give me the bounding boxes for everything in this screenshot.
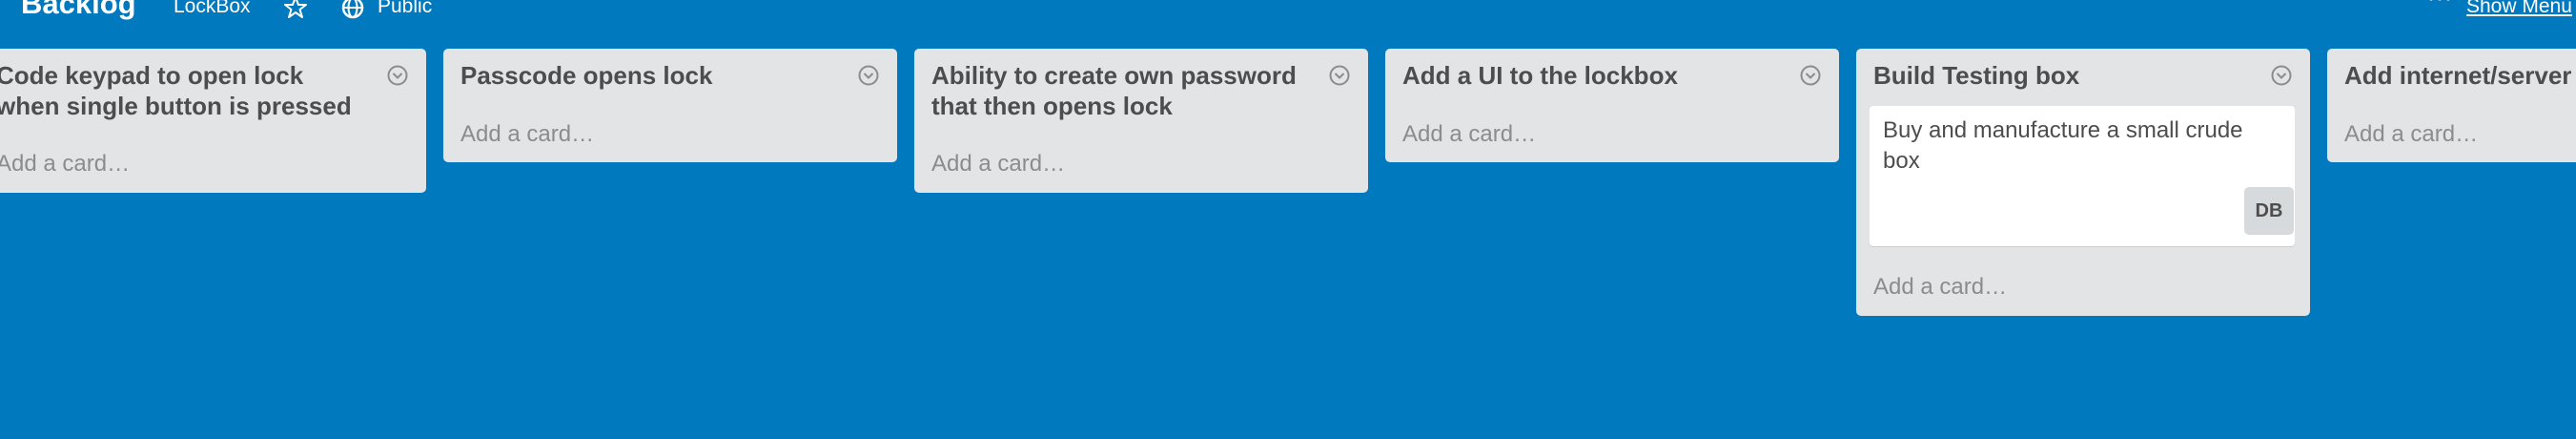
- list-title-line: that then opens lock: [931, 92, 1173, 120]
- list-title-line: Build Testing box: [1873, 61, 2080, 90]
- list: Add internet/server Add a card…: [2327, 49, 2576, 162]
- list-title[interactable]: Add a UI to the lockbox: [1402, 60, 1678, 91]
- list-title[interactable]: Build Testing box: [1873, 60, 2079, 91]
- list-menu-chevron-icon[interactable]: [1799, 64, 1822, 87]
- add-card-link[interactable]: Add a card…: [1402, 123, 1536, 146]
- add-card-link[interactable]: Add a card…: [2344, 123, 2478, 146]
- list-title[interactable]: Code keypad to open lock when single but…: [0, 60, 352, 121]
- list-title[interactable]: Add internet/server: [2344, 60, 2571, 91]
- list-title[interactable]: Ability to create own password that then…: [931, 60, 1297, 121]
- add-card-link[interactable]: Add a card…: [0, 153, 130, 176]
- list-title-line: Add internet/server: [2344, 61, 2572, 90]
- add-card-link[interactable]: Add a card…: [931, 153, 1065, 176]
- list-title-line: Add a UI to the lockbox: [1402, 61, 1678, 90]
- globe-icon[interactable]: [339, 0, 366, 21]
- list: Add a UI to the lockbox Add a card…: [1385, 49, 1839, 162]
- add-card-link[interactable]: Add a card…: [1873, 276, 2007, 299]
- list-title-line: Passcode opens lock: [460, 61, 713, 90]
- list-title-line: Ability to create own password: [931, 61, 1297, 90]
- list-menu-chevron-icon[interactable]: [857, 64, 880, 87]
- team-link[interactable]: LockBox: [174, 0, 251, 16]
- add-card-link[interactable]: Add a card…: [460, 123, 594, 146]
- visibility-button[interactable]: Public: [378, 0, 432, 16]
- list: Build Testing box Buy and manufacture a …: [1856, 49, 2310, 316]
- list: Code keypad to open lock when single but…: [0, 49, 426, 193]
- ellipsis-icon[interactable]: ···: [2427, 0, 2453, 10]
- list-title-line: when single button is pressed: [0, 92, 352, 120]
- show-menu-link[interactable]: Show Menu: [2466, 0, 2572, 16]
- list: Ability to create own password that then…: [914, 49, 1368, 193]
- board-title[interactable]: Backlog: [21, 0, 136, 18]
- star-icon[interactable]: [282, 0, 309, 21]
- member-avatar[interactable]: DB: [2244, 187, 2294, 235]
- card[interactable]: Buy and manufacture a small crude box DB: [1870, 106, 2295, 246]
- card-title: Buy and manufacture a small crude box: [1883, 115, 2264, 177]
- card-title-line: box: [1883, 148, 1920, 174]
- list: Passcode opens lock Add a card…: [443, 49, 897, 162]
- list-title-line: Code keypad to open lock: [0, 61, 304, 90]
- board-header: Backlog LockBox Public ··· Show Menu: [0, 0, 2576, 38]
- card-title-line: Buy and manufacture a small crude: [1883, 117, 2243, 143]
- list-menu-chevron-icon[interactable]: [386, 64, 409, 87]
- list-menu-chevron-icon[interactable]: [2270, 64, 2293, 87]
- list-menu-chevron-icon[interactable]: [1328, 64, 1351, 87]
- list-title[interactable]: Passcode opens lock: [460, 60, 712, 91]
